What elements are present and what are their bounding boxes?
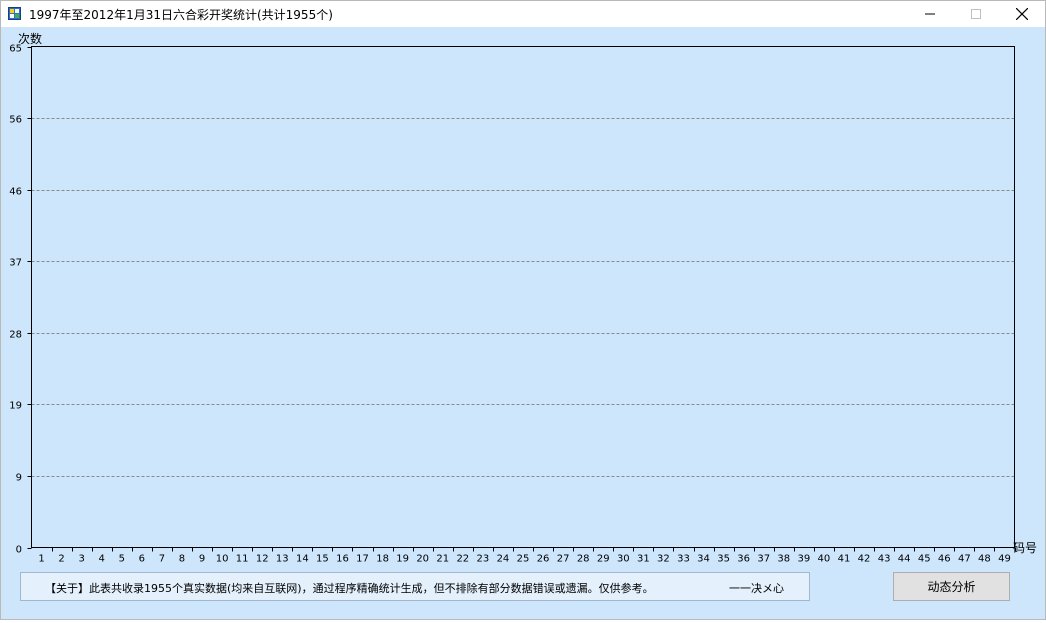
maximize-button[interactable]: [953, 1, 999, 27]
y-tick-label: 0: [16, 545, 22, 556]
x-tick-label: 26: [537, 554, 550, 565]
y-tick-label: 19: [9, 401, 22, 412]
x-tick-label: 38: [777, 554, 790, 565]
x-tick-label: 47: [958, 554, 971, 565]
x-tick-label: 24: [497, 554, 510, 565]
x-tick-label: 13: [276, 554, 289, 565]
title-bar[interactable]: 1997年至2012年1月31日六合彩开奖统计(共计1955个): [1, 1, 1045, 27]
about-note-box: 【关于】此表共收录1955个真实数据(均来自互联网)，通过程序精确统计生成，但不…: [20, 572, 810, 601]
minimize-icon: [925, 13, 935, 15]
x-tick-label: 12: [256, 554, 269, 565]
x-tick-label: 46: [938, 554, 951, 565]
x-tick-label: 3: [78, 554, 84, 565]
x-tick-label: 28: [577, 554, 590, 565]
x-tick-label: 8: [179, 554, 185, 565]
about-note-text: 【关于】此表共收录1955个真实数据(均来自互联网)，通过程序精确统计生成，但不…: [45, 582, 654, 595]
x-tick-label: 17: [356, 554, 369, 565]
x-tick-label: 39: [797, 554, 810, 565]
x-tick-label: 4: [99, 554, 105, 565]
x-tick-label: 35: [717, 554, 730, 565]
frequency-chart: 09192837465665 1 2 3 4 5 6 7 8 9 10 11 12 13 14 15 16 17…: [9, 31, 1037, 565]
x-tick-label: 10: [216, 554, 229, 565]
y-tick-label: 9: [16, 473, 22, 484]
x-tick-label: 41: [838, 554, 851, 565]
x-tick-label: 40: [818, 554, 831, 565]
x-tick-label: 7: [159, 554, 165, 565]
x-tick-label: 27: [557, 554, 570, 565]
x-tick-label: 2: [58, 554, 64, 565]
x-axis-label: 码号: [1013, 541, 1037, 555]
x-tick-label: 25: [517, 554, 530, 565]
x-tick-label: 36: [737, 554, 750, 565]
x-tick-label: 31: [637, 554, 650, 565]
y-tick-label: 56: [9, 115, 22, 126]
dynamic-analysis-button[interactable]: 动态分析: [893, 572, 1010, 601]
x-tick-label: 45: [918, 554, 931, 565]
x-tick-label: 44: [898, 554, 911, 565]
y-axis-label: 次数: [18, 31, 42, 46]
app-grid-icon: [8, 7, 21, 20]
x-tick-label: 21: [436, 554, 449, 565]
minimize-button[interactable]: [907, 1, 953, 27]
y-tick-label: 28: [9, 330, 22, 341]
close-button[interactable]: [999, 1, 1045, 27]
x-tick-label: 37: [757, 554, 770, 565]
x-tick-label: 5: [119, 554, 125, 565]
x-tick-label: 34: [697, 554, 710, 565]
x-tick-label: 15: [316, 554, 329, 565]
x-tick-label: 1: [38, 554, 44, 565]
x-tick-label: 32: [657, 554, 670, 565]
x-tick-label: 14: [296, 554, 309, 565]
x-tick-label: 6: [139, 554, 145, 565]
x-tick-label: 30: [617, 554, 630, 565]
x-tick-label: 18: [376, 554, 389, 565]
y-tick-label: 37: [9, 258, 22, 269]
window-title: 1997年至2012年1月31日六合彩开奖统计(共计1955个): [29, 8, 333, 22]
x-tick-label: 16: [336, 554, 349, 565]
x-tick-label: 23: [477, 554, 490, 565]
x-tick-label: 19: [396, 554, 409, 565]
plot-frame: [31, 46, 1015, 548]
author-signature: 一一决メ心: [729, 582, 784, 595]
close-icon: [1016, 8, 1028, 20]
x-tick-label: 29: [597, 554, 610, 565]
x-tick-label: 22: [456, 554, 469, 565]
x-tick-label: 9: [199, 554, 205, 565]
x-tick-label: 20: [416, 554, 429, 565]
maximize-icon: [971, 9, 981, 19]
x-tick-label: 11: [236, 554, 249, 565]
y-tick-label: 46: [9, 187, 22, 198]
x-tick-label: 48: [978, 554, 991, 565]
x-tick-label: 33: [677, 554, 690, 565]
chart-area: 0 9 19 28 37 46 56 65 1 2 3 4 5 6 7 8 9 10 11 12 13 14 15 16 17…: [1, 27, 1045, 619]
x-tick-label: 42: [858, 554, 871, 565]
x-tick-label: 49: [998, 554, 1011, 565]
app-window: 1997年至2012年1月31日六合彩开奖统计(共计1955个) 0 9 19 28 3…: [0, 0, 1046, 620]
x-tick-label: 43: [878, 554, 891, 565]
